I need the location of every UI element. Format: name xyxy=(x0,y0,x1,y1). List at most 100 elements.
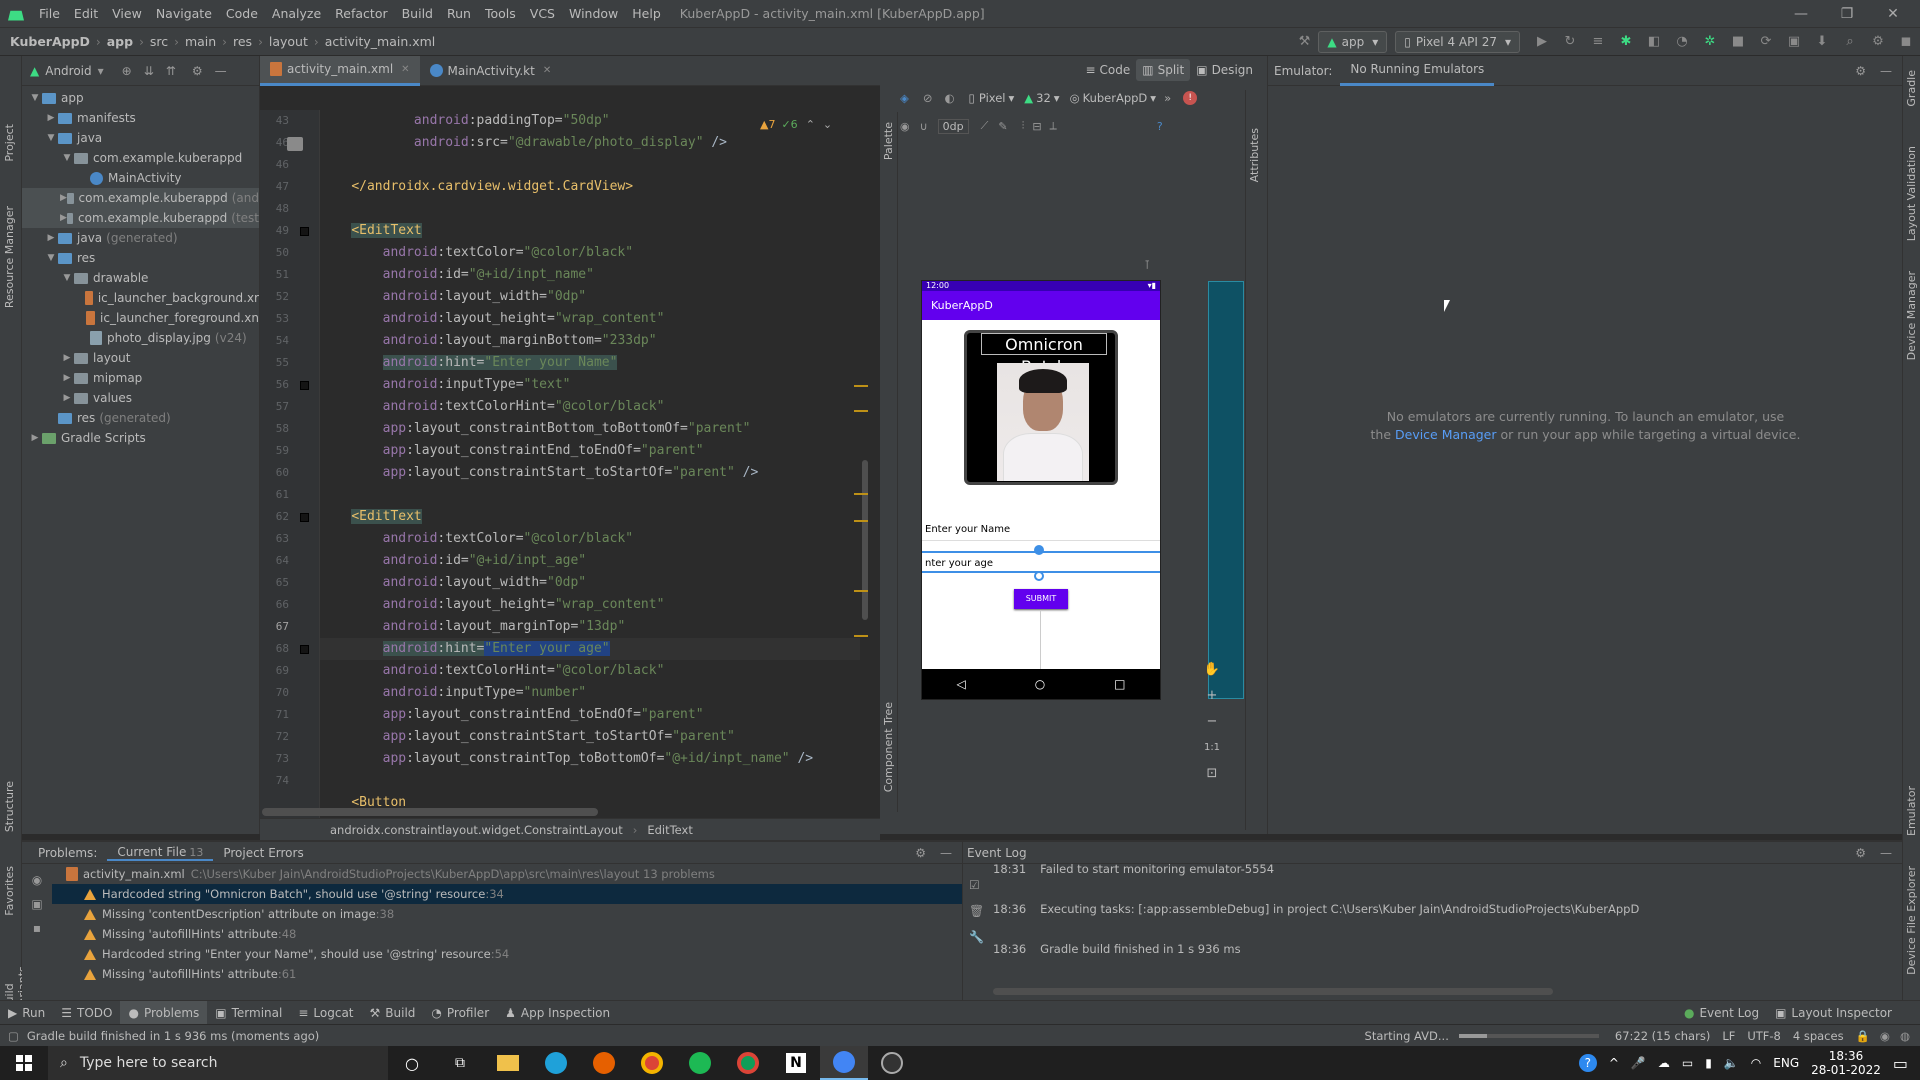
line-number[interactable]: 43 xyxy=(260,110,319,132)
notion-icon[interactable]: N xyxy=(772,1046,820,1080)
constraint-handle[interactable] xyxy=(1034,571,1044,581)
line-number[interactable]: 54 xyxy=(260,330,319,352)
tree-item[interactable]: photo_display.jpg (v24) xyxy=(22,328,259,348)
line-number[interactable]: 47 xyxy=(260,176,319,198)
line-number[interactable]: 68 xyxy=(260,638,319,660)
editor-hscrollbar[interactable] xyxy=(262,808,598,816)
menu-edit[interactable]: Edit xyxy=(67,6,105,21)
color-swatch-icon[interactable] xyxy=(300,513,309,522)
debug-icon[interactable]: ✱ xyxy=(1617,33,1635,51)
breadcrumb-app[interactable]: app xyxy=(103,34,137,49)
tree-item[interactable]: ▼ drawable xyxy=(22,268,259,288)
warnings-count[interactable]: ▲7 xyxy=(760,118,775,131)
profile-icon[interactable]: ◔ xyxy=(1673,33,1691,51)
settings-gear-icon[interactable]: ⚙ xyxy=(1869,33,1887,51)
clear-constraints-icon[interactable]: ⟋ xyxy=(981,119,989,133)
resource-manager-tool-tab[interactable]: Resource Manager xyxy=(3,206,16,308)
project-view-select[interactable]: Android xyxy=(45,64,91,78)
tree-item[interactable]: ▶ Gradle Scripts xyxy=(22,428,259,448)
orientation-icon[interactable]: ⊘ xyxy=(923,91,933,105)
warning-marker[interactable] xyxy=(854,493,868,495)
warning-marker[interactable] xyxy=(854,410,868,412)
locate-icon[interactable]: ⊕ xyxy=(122,64,132,78)
zoom-in-icon[interactable]: + xyxy=(1201,682,1223,708)
next-highlight-icon[interactable]: ⌄ xyxy=(823,118,832,131)
line-number[interactable]: 64 xyxy=(260,550,319,572)
volume-icon[interactable]: 🔈 xyxy=(1724,1056,1739,1070)
layout-validation-tool-tab[interactable]: Layout Validation xyxy=(1905,146,1918,241)
problem-row[interactable]: Hardcoded string "Omnicron Batch", shoul… xyxy=(52,884,962,904)
problem-row[interactable]: Missing 'autofillHints' attribute:61 xyxy=(52,964,962,984)
problems-tool-button[interactable]: ● Problems xyxy=(120,1000,208,1025)
android-studio-taskbar-icon[interactable] xyxy=(820,1046,868,1080)
prev-highlight-icon[interactable]: ⌃ xyxy=(806,118,815,131)
rerun-icon[interactable]: ↻ xyxy=(1561,33,1579,51)
clear-log-icon[interactable]: 🗑 xyxy=(969,898,984,924)
lock-icon[interactable]: 🔒 xyxy=(1856,1029,1870,1043)
taskbar-search-input[interactable]: ⌕ Type here to search xyxy=(48,1046,388,1080)
pack-icon[interactable]: ⫶ xyxy=(1022,119,1025,133)
zoom-actual-size-icon[interactable]: 1:1 xyxy=(1201,734,1223,760)
checks-count[interactable]: ✓6 xyxy=(781,118,797,131)
memory-icon[interactable]: ◉ xyxy=(1880,1029,1890,1043)
chrome-profile-icon[interactable] xyxy=(724,1046,772,1080)
line-number[interactable]: 55 xyxy=(260,352,319,374)
line-number[interactable]: 65 xyxy=(260,572,319,594)
maximize-button[interactable]: ❐ xyxy=(1824,0,1870,28)
line-number[interactable]: 69 xyxy=(260,660,319,682)
spotify-icon[interactable] xyxy=(676,1046,724,1080)
line-number[interactable]: 48 xyxy=(260,198,319,220)
submit-button[interactable]: SUBMIT xyxy=(1014,589,1068,609)
problem-row[interactable]: Missing 'autofillHints' attribute:48 xyxy=(52,924,962,944)
constraint-handle[interactable] xyxy=(1034,545,1044,555)
hide-panel-icon[interactable]: — xyxy=(215,64,227,78)
warning-marker[interactable] xyxy=(854,385,868,387)
warning-marker[interactable] xyxy=(854,520,868,522)
run-config-select[interactable]: ▲ app ▾ xyxy=(1318,30,1388,53)
line-number[interactable]: 49 xyxy=(260,220,319,242)
code-editor[interactable]: android:paddingTop="50dp" android:src="@… xyxy=(320,110,868,818)
editor-scrollbar[interactable] xyxy=(860,110,870,818)
breadcrumb-file[interactable]: activity_main.xml xyxy=(321,34,440,49)
show-eye-icon[interactable]: ◉ xyxy=(22,868,52,892)
event-log-tool-button[interactable]: ● Event Log xyxy=(1676,1001,1767,1025)
tray-chevron-icon[interactable]: ^ xyxy=(1609,1056,1619,1070)
tree-item[interactable]: ▼ app xyxy=(22,88,259,108)
menu-window[interactable]: Window xyxy=(562,6,625,21)
breadcrumb-constraintlayout[interactable]: androidx.constraintlayout.widget.Constra… xyxy=(330,823,623,837)
hammer-icon[interactable]: ⚒ xyxy=(1295,33,1313,51)
battery-icon[interactable]: ▮ xyxy=(1705,1056,1712,1070)
problems-settings-icon[interactable]: ⚙ xyxy=(915,846,926,860)
problem-row[interactable]: Missing 'contentDescription' attribute o… xyxy=(52,904,962,924)
log-settings-icon[interactable]: 🔧 xyxy=(969,924,984,950)
pin-icon[interactable]: ▪ xyxy=(22,916,52,940)
line-number[interactable]: 50 xyxy=(260,242,319,264)
file-encoding[interactable]: UTF-8 xyxy=(1747,1029,1781,1043)
line-number[interactable]: 63 xyxy=(260,528,319,550)
emulator-tool-tab[interactable]: Emulator xyxy=(1905,786,1918,836)
line-number[interactable]: 52 xyxy=(260,286,319,308)
indent-setting[interactable]: 4 spaces xyxy=(1793,1029,1844,1043)
tree-item[interactable]: ▶ com.example.kuberappd (test xyxy=(22,208,259,228)
line-number[interactable]: 67 xyxy=(260,616,319,638)
magnet-icon[interactable]: ∪ xyxy=(920,120,928,133)
structure-tool-tab[interactable]: Structure xyxy=(3,781,16,832)
line-separator[interactable]: LF xyxy=(1722,1029,1735,1043)
card-title[interactable]: Omnicron Batch xyxy=(981,333,1107,376)
minimize-button[interactable]: — xyxy=(1778,0,1824,28)
tab-activity-main-xml[interactable]: activity_main.xml ✕ xyxy=(260,55,420,86)
project-tool-tab[interactable]: Project xyxy=(3,124,16,162)
line-number[interactable]: 71 xyxy=(260,704,319,726)
gradle-tool-tab[interactable]: Gradle xyxy=(1905,70,1918,107)
apply-changes-icon[interactable]: ≡ xyxy=(1589,33,1607,51)
task-view-icon[interactable]: ⧉ xyxy=(436,1046,484,1080)
back-icon[interactable]: ◁ xyxy=(956,677,965,691)
onedrive-icon[interactable]: ☁ xyxy=(1658,1056,1670,1070)
color-swatch-icon[interactable] xyxy=(300,381,309,390)
sync-gradle-icon[interactable]: ⟳ xyxy=(1757,33,1775,51)
run-tool-button[interactable]: ▶ Run xyxy=(0,1001,53,1025)
menu-analyze[interactable]: Analyze xyxy=(265,6,328,21)
panel-settings-icon[interactable]: ⚙ xyxy=(192,64,203,78)
favorites-tool-tab[interactable]: Favorites xyxy=(3,866,16,916)
line-number[interactable]: 72 xyxy=(260,726,319,748)
